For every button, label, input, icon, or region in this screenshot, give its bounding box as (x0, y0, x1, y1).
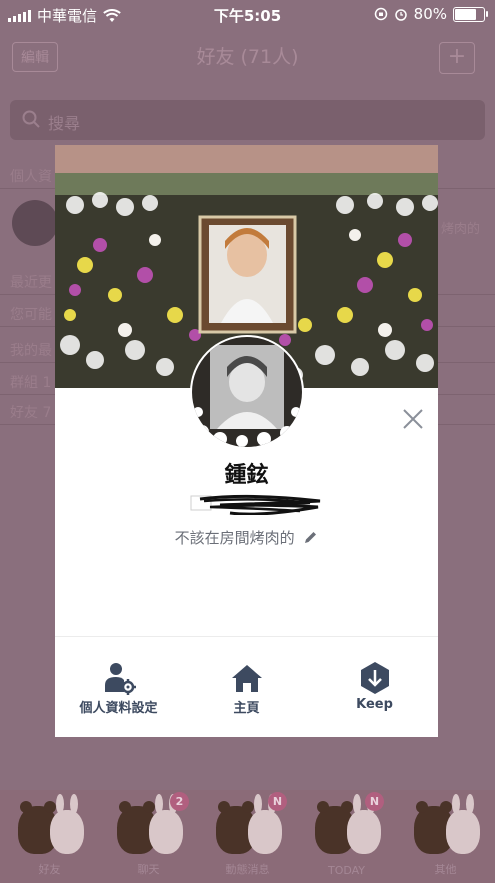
cony-sticker (149, 794, 183, 854)
battery-percent: 80% (413, 5, 447, 23)
tab-label: 動態消息 (225, 863, 270, 876)
search-bar[interactable]: 搜尋 (10, 100, 485, 140)
status-message[interactable]: 不該在房間烤肉的 (55, 527, 438, 548)
section-label: 群組 1 (10, 375, 52, 391)
action-label: 個人資料設定 (79, 701, 158, 716)
battery-icon (453, 6, 488, 22)
home-button[interactable]: 主頁 (183, 655, 310, 725)
tab-bar: 好友 2 聊天 N 動態消息 N TODAY 其他 (0, 790, 495, 883)
section-label: 個人資 (10, 169, 52, 185)
pencil-edit-icon[interactable] (303, 530, 318, 545)
alarm-icon (394, 9, 407, 21)
section-label: 好友 7 (10, 405, 52, 421)
search-placeholder: 搜尋 (48, 114, 81, 133)
keep-button[interactable]: Keep (311, 655, 438, 725)
profile-settings-button[interactable]: 個人資料設定 (55, 655, 182, 725)
page-title: 好友 (71人) (196, 46, 299, 68)
tab-chats[interactable]: 2 聊天 (99, 790, 198, 883)
timeline-badge: N (268, 792, 287, 811)
tab-more[interactable]: 其他 (396, 790, 495, 883)
my-status-preview: 烤肉的 (440, 222, 480, 237)
section-label: 最近更 (10, 275, 52, 291)
action-label: 主頁 (233, 701, 260, 716)
nav-bar: 編輯 好友 (71人) + (0, 30, 495, 85)
keep-icon (360, 662, 389, 694)
tab-today[interactable]: N TODAY (297, 790, 396, 883)
tab-label: 聊天 (137, 863, 160, 876)
search-icon (22, 110, 40, 128)
status-bar: 中華電信 下午5:05 80% (0, 0, 495, 30)
tab-label: TODAY (327, 864, 366, 877)
section-label: 您可能 (10, 307, 52, 323)
action-label: Keep (356, 697, 393, 712)
rotation-lock-icon (374, 7, 387, 21)
status-message-text: 不該在房間烤肉的 (174, 529, 295, 547)
tab-label: 其他 (434, 863, 457, 876)
chat-badge: 2 (170, 792, 189, 811)
today-badge: N (365, 792, 384, 811)
cony-sticker (50, 794, 84, 854)
cony-sticker (347, 794, 381, 854)
profile-name: 鍾鉉 (224, 463, 269, 488)
close-icon[interactable] (402, 408, 424, 430)
person-settings-icon (104, 663, 136, 695)
section-label: 我的最 (10, 343, 52, 359)
cony-sticker (248, 794, 282, 854)
add-friend-button[interactable]: + (439, 42, 475, 74)
tab-timeline[interactable]: N 動態消息 (198, 790, 297, 883)
profile-avatar[interactable] (190, 335, 304, 449)
avatar-photo (192, 337, 302, 447)
cony-sticker (446, 794, 480, 854)
profile-card: 鍾鉉 不該在房間烤肉的 個人資料設定 主頁 Keep (55, 145, 438, 737)
tab-friends[interactable]: 好友 (0, 790, 99, 883)
redacted-id-scribble (190, 494, 321, 515)
tab-label: 好友 (38, 863, 61, 876)
home-icon (231, 665, 262, 692)
avatar (12, 200, 58, 246)
divider (55, 636, 438, 637)
